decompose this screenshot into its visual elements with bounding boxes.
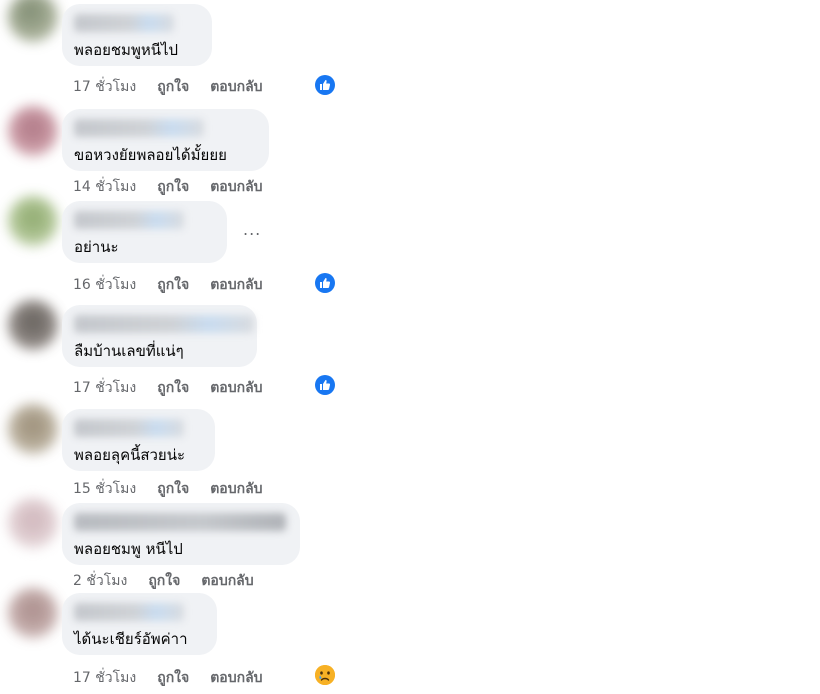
comment-text: พลอยชมพูหนีไป [74,41,179,59]
comment-bubble: ลืมบ้านเลขที่แน่ๆ [62,305,257,367]
like-button[interactable]: ถูกใจ [157,76,189,98]
like-button[interactable]: ถูกใจ [157,377,189,399]
comment-bubble: ได้นะเชียร์อัพค่าา [62,593,217,655]
comment-timestamp[interactable]: 17 ชั่วโมง [73,377,136,399]
comment-timestamp[interactable]: 17 ชั่วโมง [73,76,136,98]
comment-bubble: พลอยชมพูหนีไป [62,4,212,66]
comment-timestamp[interactable]: 2 ชั่วโมง [73,570,127,592]
reply-button[interactable]: ตอบกลับ [210,274,262,296]
comment-actions: 17 ชั่วโมง ถูกใจ ตอบกลับ [73,667,263,689]
comment-actions: 15 ชั่วโมง ถูกใจ ตอบกลับ [73,478,263,500]
comment-actions: 2 ชั่วโมง ถูกใจ ตอบกลับ [73,570,254,592]
comment-text: ได้นะเชียร์อัพค่าา [74,630,188,648]
commenter-name-blurred[interactable] [74,119,204,137]
like-icon[interactable] [315,75,335,95]
comment-bubble: พลอยชมพู หนีไป [62,503,300,565]
comment-bubble: ขอหวงยัยพลอยได้มั้ยยย [62,109,269,171]
avatar[interactable] [8,106,58,156]
comment-text: อย่านะ [74,238,119,256]
like-button[interactable]: ถูกใจ [157,667,189,689]
commenter-name-blurred[interactable] [74,603,184,621]
more-options-icon[interactable]: ... [243,220,261,239]
avatar[interactable] [8,300,58,350]
comment-timestamp[interactable]: 14 ชั่วโมง [73,176,136,198]
like-button[interactable]: ถูกใจ [157,176,189,198]
commenter-name-blurred[interactable] [74,315,254,333]
avatar[interactable] [8,404,58,454]
comment-actions: 16 ชั่วโมง ถูกใจ ตอบกลับ [73,274,263,296]
avatar[interactable] [8,0,58,42]
comment-actions: 17 ชั่วโมง ถูกใจ ตอบกลับ [73,76,263,98]
comment-text: พลอยลุคนี้สวยน่ะ [74,446,186,464]
like-button[interactable]: ถูกใจ [148,570,180,592]
reply-button[interactable]: ตอบกลับ [210,377,262,399]
reply-button[interactable]: ตอบกลับ [210,478,262,500]
comment-actions: 14 ชั่วโมง ถูกใจ ตอบกลับ [73,176,263,198]
like-button[interactable]: ถูกใจ [157,274,189,296]
comment-bubble: พลอยลุคนี้สวยน่ะ [62,409,215,471]
comment-text: ขอหวงยัยพลอยได้มั้ยยย [74,146,227,164]
comment-timestamp[interactable]: 15 ชั่วโมง [73,478,136,500]
comment-timestamp[interactable]: 17 ชั่วโมง [73,667,136,689]
like-icon[interactable] [315,273,335,293]
avatar[interactable] [8,196,58,246]
comment-bubble: อย่านะ [62,201,227,263]
reply-button[interactable]: ตอบกลับ [210,176,262,198]
comment-text: พลอยชมพู หนีไป [74,540,183,558]
avatar[interactable] [8,498,58,548]
comment-text: ลืมบ้านเลขที่แน่ๆ [74,342,184,360]
like-icon[interactable] [315,375,335,395]
commenter-name-blurred[interactable] [74,419,184,437]
commenter-name-blurred[interactable] [74,513,286,531]
commenter-name-blurred[interactable] [74,211,184,229]
comment-actions: 17 ชั่วโมง ถูกใจ ตอบกลับ [73,377,263,399]
reply-button[interactable]: ตอบกลับ [201,570,253,592]
comment-timestamp[interactable]: 16 ชั่วโมง [73,274,136,296]
avatar[interactable] [8,588,58,638]
reply-button[interactable]: ตอบกลับ [210,667,262,689]
commenter-name-blurred[interactable] [74,14,174,32]
reply-button[interactable]: ตอบกลับ [210,76,262,98]
crying-face-icon[interactable] [315,665,335,685]
like-button[interactable]: ถูกใจ [157,478,189,500]
